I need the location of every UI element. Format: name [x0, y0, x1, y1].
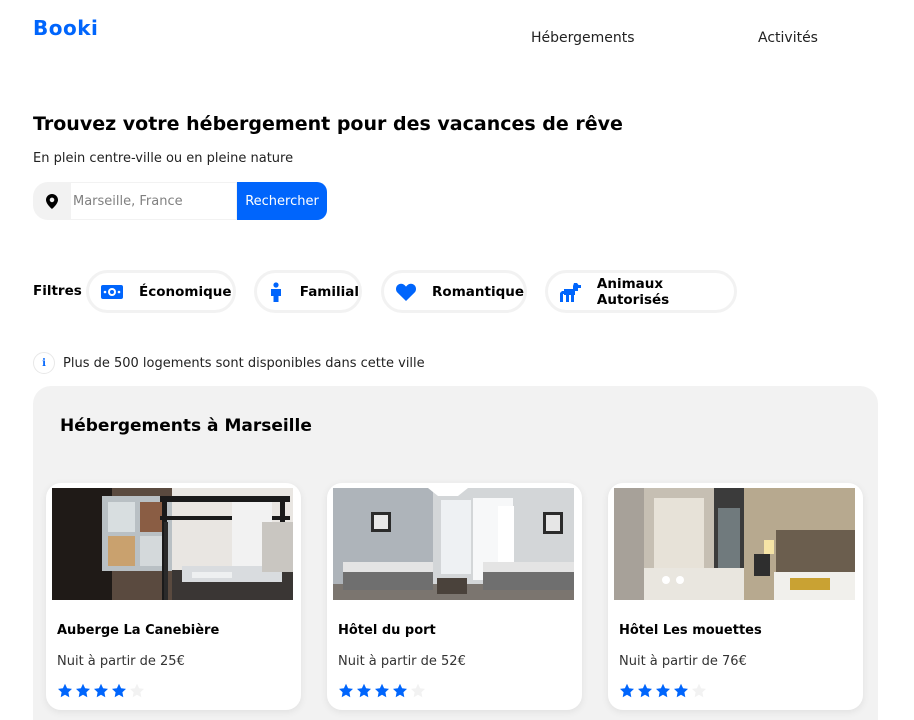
star-filled-icon — [339, 683, 353, 698]
filter-label: Animaux Autorisés — [596, 275, 670, 308]
filter-economique[interactable]: Économique — [86, 270, 236, 313]
nav-link-hebergements[interactable]: Hébergements — [531, 30, 635, 46]
availability-text: Plus de 500 logements sont disponibles d… — [63, 355, 425, 371]
hero-subtitle: En plein centre-ville ou en pleine natur… — [33, 151, 294, 166]
star-filled-icon — [357, 683, 371, 698]
hotel-photo — [333, 488, 574, 600]
filter-animaux-autorises[interactable]: Animaux Autorisés — [545, 270, 737, 313]
star-empty-icon — [692, 683, 706, 698]
booki-logo[interactable]: Booki — [33, 16, 98, 40]
hotel-price: Nuit à partir de 52€ — [338, 654, 466, 669]
hotel-card[interactable]: Hôtel du port Nuit à partir de 52€ — [327, 483, 582, 710]
nav-link-activites[interactable]: Activités — [758, 30, 818, 46]
star-filled-icon — [638, 683, 652, 698]
availability-info: i Plus de 500 logements sont disponibles… — [33, 352, 425, 374]
info-icon: i — [33, 352, 55, 374]
person-icon — [267, 279, 286, 305]
heart-icon — [394, 279, 418, 305]
search-bar: Rechercher — [33, 182, 327, 220]
filter-label: Économique — [139, 283, 232, 300]
filter-familial[interactable]: Familial — [254, 270, 362, 313]
listing-section: Hébergements à Marseille Auberge La Cane… — [33, 386, 878, 720]
star-filled-icon — [674, 683, 688, 698]
star-rating — [57, 683, 145, 699]
star-empty-icon — [130, 683, 144, 698]
star-empty-icon — [411, 683, 425, 698]
star-filled-icon — [58, 683, 72, 698]
search-button[interactable]: Rechercher — [237, 182, 327, 220]
star-filled-icon — [393, 683, 407, 698]
star-filled-icon — [76, 683, 90, 698]
hero-title: Trouvez votre hébergement pour des vacan… — [33, 113, 623, 135]
star-filled-icon — [375, 683, 389, 698]
hotel-price: Nuit à partir de 25€ — [57, 654, 185, 669]
listing-title: Hébergements à Marseille — [60, 416, 312, 436]
hotel-photo — [614, 488, 855, 600]
hotel-card[interactable]: Hôtel Les mouettes Nuit à partir de 76€ — [608, 483, 863, 710]
search-input[interactable] — [71, 182, 237, 220]
hotel-name: Hôtel Les mouettes — [619, 623, 762, 638]
star-rating — [338, 683, 426, 699]
hotel-name: Auberge La Canebière — [57, 623, 220, 638]
star-filled-icon — [656, 683, 670, 698]
star-filled-icon — [94, 683, 108, 698]
filter-label: Romantique — [432, 283, 524, 300]
hotel-name: Hôtel du port — [338, 623, 436, 638]
hotel-card[interactable]: Auberge La Canebière Nuit à partir de 25… — [46, 483, 301, 710]
money-icon — [99, 279, 125, 305]
hotel-price: Nuit à partir de 76€ — [619, 654, 747, 669]
filter-romantique[interactable]: Romantique — [381, 270, 527, 313]
location-pin-icon — [33, 182, 71, 220]
filter-label: Familial — [299, 283, 359, 300]
star-filled-icon — [112, 683, 126, 698]
hotel-photo — [52, 488, 293, 600]
filters-label: Filtres — [33, 283, 82, 299]
star-filled-icon — [620, 683, 634, 698]
dog-icon — [558, 279, 583, 305]
star-rating — [619, 683, 707, 699]
